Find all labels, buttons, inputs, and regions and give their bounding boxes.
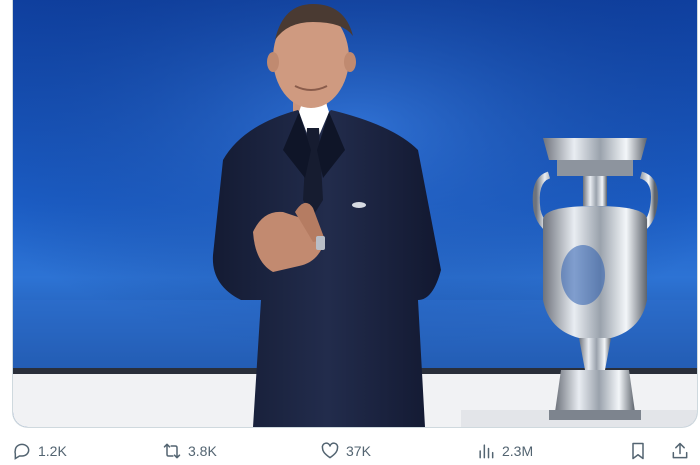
retweet-button[interactable]: 3.8K bbox=[162, 440, 217, 462]
retweet-icon bbox=[163, 443, 181, 459]
bookmark-icon bbox=[632, 442, 644, 460]
views-icon bbox=[479, 444, 494, 459]
bookmark-button[interactable] bbox=[628, 440, 648, 462]
share-button[interactable] bbox=[670, 440, 690, 462]
share-icon bbox=[672, 442, 688, 459]
reply-count: 1.2K bbox=[38, 443, 67, 459]
heart-icon bbox=[321, 442, 339, 459]
views-button[interactable]: 2.3M bbox=[476, 440, 533, 462]
reply-button[interactable]: 1.2K bbox=[12, 440, 67, 462]
retweet-count: 3.8K bbox=[188, 443, 217, 459]
photo-scene bbox=[13, 0, 697, 427]
tweet-action-bar: 1.2K 3.8K 37K 2.3M bbox=[0, 440, 700, 465]
tweet-media-photo[interactable] bbox=[12, 0, 698, 428]
like-count: 37K bbox=[346, 443, 371, 459]
reply-icon bbox=[14, 443, 30, 460]
views-count: 2.3M bbox=[502, 443, 534, 459]
like-button[interactable]: 37K bbox=[320, 440, 371, 462]
